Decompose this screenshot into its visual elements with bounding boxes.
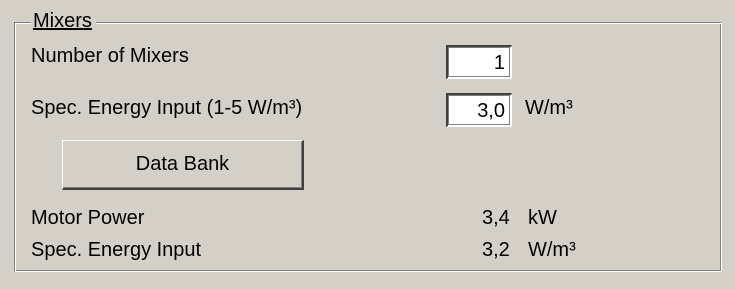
motor-power-unit: kW [528,207,557,229]
spec-energy-input-label: Spec. Energy Input (1-5 W/m³) [31,97,303,119]
motor-power-label: Motor Power [31,207,145,229]
spec-energy-input-field[interactable]: 3,0 [446,93,512,127]
number-of-mixers-label: Number of Mixers [31,45,189,67]
spec-energy-input-unit: W/m³ [525,97,573,119]
spec-energy-result-value: 3,2 [482,239,510,261]
mixers-group-title: Mixers [31,10,96,32]
number-of-mixers-input[interactable]: 1 [446,45,512,79]
data-bank-button[interactable]: Data Bank [62,140,304,190]
spec-energy-result-unit: W/m³ [528,239,576,261]
spec-energy-result-label: Spec. Energy Input [31,239,202,261]
motor-power-value: 3,4 [482,207,510,229]
